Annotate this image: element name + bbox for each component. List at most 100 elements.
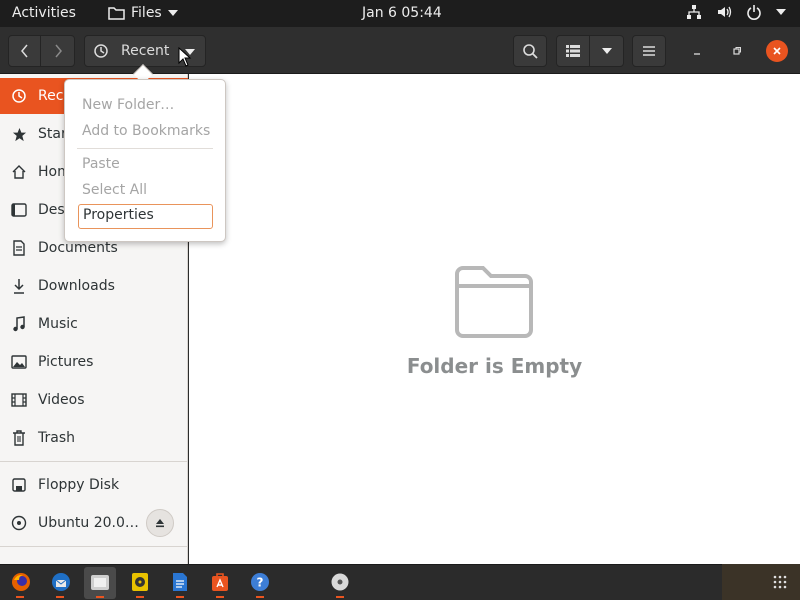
menu-item-paste[interactable]: Paste [82,156,120,172]
chevron-down-icon [776,9,786,15]
location-label: Recent [121,43,170,59]
music-icon [13,316,25,332]
dock-firefox[interactable] [10,571,32,593]
minimize-icon [694,53,700,55]
activities-button[interactable]: Activities [12,5,76,21]
sidebar-item-label: Ubuntu 20.0… [38,515,139,531]
hamburger-icon [643,46,655,56]
running-indicator [16,596,24,598]
search-button[interactable] [513,35,547,67]
thunderbird-icon [52,573,70,591]
running-indicator [256,596,264,598]
sidebar-item-label: Trash [38,430,75,446]
top-bar: Activities Files Jan 6 05:44 [0,0,800,27]
dock-rhythmbox[interactable] [129,571,151,593]
dock-thunderbird[interactable] [50,571,72,593]
file-view[interactable]: Folder is Empty [189,74,800,564]
disc-icon [11,515,27,531]
chevron-left-icon [20,44,28,58]
dock-writer[interactable] [169,571,191,593]
trash-icon [13,430,25,446]
menu-item-select-all[interactable]: Select All [82,182,147,198]
dock [0,564,800,600]
sidebar-item-label: Downloads [38,278,115,294]
system-tray[interactable] [686,4,786,20]
restore-icon [733,47,741,55]
svg-text:?: ? [257,576,264,590]
maximize-button[interactable] [727,41,747,61]
main-menu-button[interactable] [632,35,666,67]
sidebar-separator [0,546,188,547]
menu-item-add-bookmarks[interactable]: Add to Bookmarks [82,123,210,139]
power-icon [747,5,761,20]
forward-button[interactable] [41,35,75,67]
sidebar-item-music[interactable]: Music [0,306,188,342]
view-options-button[interactable] [590,35,624,67]
files-icon [91,575,109,590]
running-indicator [56,596,64,598]
network-icon [687,5,701,19]
running-indicator [176,596,184,598]
videos-icon [11,393,27,407]
sidebar-item-pictures[interactable]: Pictures [0,344,188,380]
chevron-right-icon [54,44,62,58]
firefox-icon [12,573,30,591]
app-grid-icon [773,575,787,589]
running-indicator [96,596,104,598]
sidebar-item-label: Videos [38,392,85,408]
sidebar-item-trash[interactable]: Trash [0,420,188,456]
desktop-icon [11,203,27,217]
mouse-cursor-icon [178,47,192,67]
sidebar-item-videos[interactable]: Videos [0,382,188,418]
search-icon [523,44,538,59]
home-icon [12,165,26,179]
chevron-down-icon [601,48,612,54]
star-icon [12,127,26,141]
dock-disc[interactable] [329,571,351,593]
menu-item-properties[interactable]: Properties [78,204,213,229]
empty-folder-icon [455,266,533,338]
dock-help[interactable]: ? [249,571,271,593]
documents-icon [13,240,25,256]
list-view-icon [566,45,580,57]
back-button[interactable] [8,35,41,67]
eject-button[interactable] [146,509,174,537]
chevron-down-icon [167,10,178,16]
sidebar-item-label: Pictures [38,354,94,370]
download-icon [14,279,24,294]
menu-item-new-folder[interactable]: New Folder… [82,97,174,113]
floppy-icon [12,478,26,492]
clock-icon [94,44,108,58]
clock-icon [12,89,26,103]
dock-software[interactable] [209,571,231,593]
software-center-icon [212,573,228,591]
eject-icon [156,519,164,528]
app-menu-label: Files [131,5,162,21]
list-view-button[interactable] [556,35,590,67]
app-menu[interactable]: Files [108,5,178,21]
running-indicator [336,596,344,598]
close-button[interactable] [766,40,788,62]
help-icon: ? [251,573,269,591]
folder-icon [108,7,125,20]
location-popover-menu: New Folder… Add to Bookmarks Paste Selec… [64,79,226,242]
sidebar-item-floppy[interactable]: Floppy Disk [0,467,188,503]
sidebar-item-downloads[interactable]: Downloads [0,268,188,304]
header-bar: Recent [0,27,800,74]
minimize-button[interactable] [687,41,707,61]
dock-show-apps[interactable] [769,571,791,593]
sidebar-separator [0,461,188,462]
running-indicator [216,596,224,598]
close-icon [773,47,781,55]
writer-icon [173,573,187,591]
dock-files[interactable] [89,571,111,593]
sidebar-item-label: Floppy Disk [38,477,120,493]
menu-separator [77,148,213,149]
rhythmbox-icon [132,573,148,591]
clock[interactable]: Jan 6 05:44 [362,5,442,21]
disc-icon [331,573,349,591]
pictures-icon [11,355,27,369]
running-indicator [136,596,144,598]
volume-icon [718,6,732,18]
sidebar-item-label: Music [38,316,78,332]
